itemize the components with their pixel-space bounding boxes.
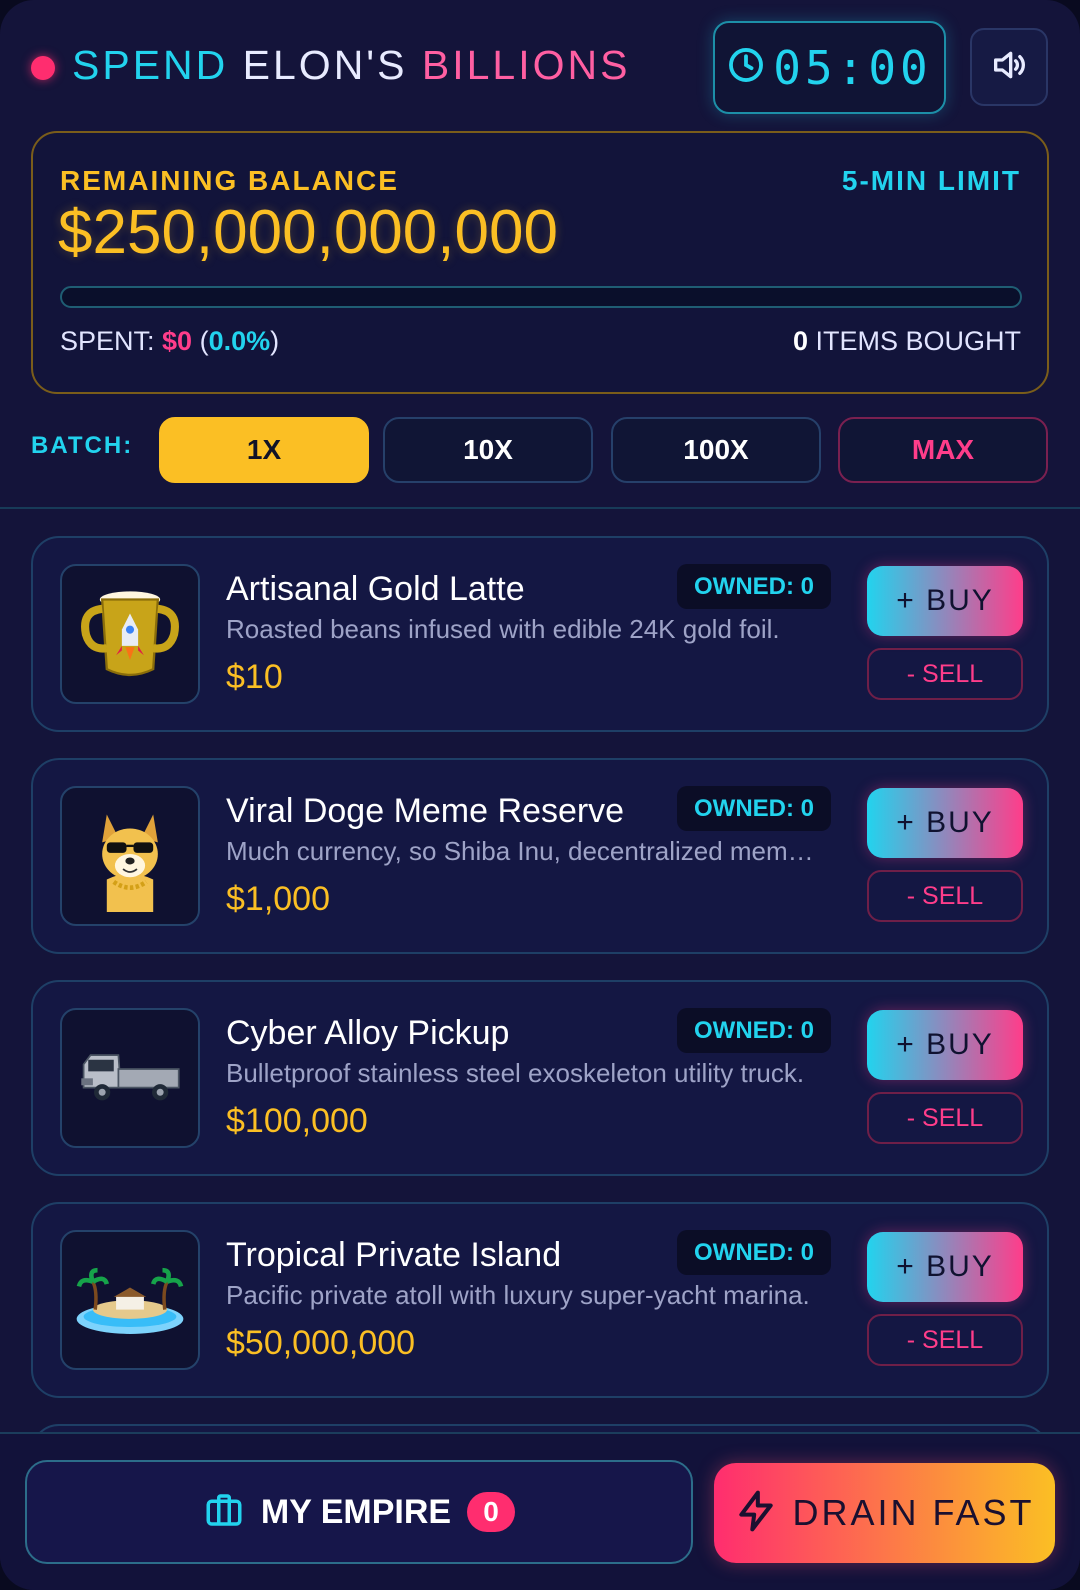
drain-fast-button[interactable]: DRAIN FAST xyxy=(714,1463,1055,1563)
product-card-partial xyxy=(31,1424,1049,1432)
clock-icon xyxy=(727,46,765,89)
product-description: Roasted beans infused with edible 24K go… xyxy=(226,614,780,644)
remaining-balance-label: REMAINING BALANCE xyxy=(60,165,399,196)
gold-mug-icon xyxy=(72,574,188,695)
product-name: Artisanal Gold Latte xyxy=(226,570,525,608)
owned-count-badge: OWNED: 0 xyxy=(677,564,831,609)
owned-count-badge: OWNED: 0 xyxy=(677,1008,831,1053)
title-part-billions: BILLIONS xyxy=(421,42,631,88)
buy-button[interactable]: + BUY xyxy=(867,1232,1023,1302)
product-card: Tropical Private Island Pacific private … xyxy=(31,1202,1049,1398)
pickup-truck-icon xyxy=(72,1018,188,1139)
product-description: Pacific private atoll with luxury super-… xyxy=(226,1280,810,1310)
product-description: Much currency, so Shiba Inu, decentraliz… xyxy=(226,836,826,866)
product-thumbnail xyxy=(60,1008,200,1148)
batch-10x-button[interactable]: 10X xyxy=(383,417,593,483)
owned-count-badge: OWNED: 0 xyxy=(677,786,831,831)
buy-button[interactable]: + BUY xyxy=(867,1010,1023,1080)
product-card: Viral Doge Meme Reserve Much currency, s… xyxy=(31,758,1049,954)
speaker-volume-icon xyxy=(989,45,1029,90)
empire-count-badge: 0 xyxy=(467,1492,516,1532)
title-part-spend: SPEND xyxy=(72,42,243,88)
product-card: Artisanal Gold Latte Roasted beans infus… xyxy=(31,536,1049,732)
batch-1x-button[interactable]: 1X xyxy=(159,417,369,483)
remaining-balance-amount: $250,000,000,000 xyxy=(58,198,558,267)
countdown-timer: 05:00 xyxy=(713,21,946,114)
product-name: Tropical Private Island xyxy=(226,1236,562,1274)
product-price: $1,000 xyxy=(226,880,330,918)
product-thumbnail xyxy=(60,564,200,704)
title-part-elons: ELON'S xyxy=(242,42,422,88)
bottom-action-bar: MY EMPIRE 0 DRAIN FAST xyxy=(0,1432,1080,1590)
product-description: Bulletproof stainless steel exoskeleton … xyxy=(226,1058,805,1088)
shiba-doge-icon xyxy=(72,796,188,917)
product-price: $50,000,000 xyxy=(226,1324,416,1362)
spent-percent: 0.0% xyxy=(208,326,271,356)
island-icon xyxy=(72,1240,188,1361)
balance-panel: REMAINING BALANCE 5-MIN LIMIT $250,000,0… xyxy=(31,131,1049,394)
sell-button[interactable]: - SELL xyxy=(867,1092,1023,1144)
product-name: Viral Doge Meme Reserve xyxy=(226,792,625,830)
drain-fast-label: DRAIN FAST xyxy=(792,1492,1035,1533)
items-bought-summary: 0 ITEMS BOUGHT xyxy=(793,326,1021,357)
spent-progress-bar xyxy=(60,286,1022,308)
sell-button[interactable]: - SELL xyxy=(867,1314,1023,1366)
batch-100x-button[interactable]: 100X xyxy=(611,417,821,483)
product-list[interactable]: Artisanal Gold Latte Roasted beans infus… xyxy=(0,509,1080,1432)
product-name: Cyber Alloy Pickup xyxy=(226,1014,510,1052)
spent-summary: SPENT: $0 (0.0%) xyxy=(60,326,280,356)
buy-button[interactable]: + BUY xyxy=(867,566,1023,636)
sound-toggle-button[interactable] xyxy=(970,28,1048,106)
spent-amount: $0 xyxy=(162,326,193,356)
batch-max-button[interactable]: MAX xyxy=(838,417,1048,483)
product-price: $100,000 xyxy=(226,1102,368,1140)
items-bought-count: 0 xyxy=(792,326,808,356)
my-empire-label: MY EMPIRE xyxy=(260,1492,452,1531)
spent-prefix: SPENT: xyxy=(60,326,163,356)
batch-label: BATCH: xyxy=(31,432,134,459)
app-title: SPEND ELON'S BILLIONS xyxy=(72,40,630,90)
timer-text: 05:00 xyxy=(773,40,932,95)
briefcase-icon xyxy=(203,1489,245,1536)
sell-button[interactable]: - SELL xyxy=(867,648,1023,700)
live-indicator-dot xyxy=(31,56,55,80)
app-root: SPEND ELON'S BILLIONS 05:00 REMAINING BA… xyxy=(0,0,1080,1590)
buy-button[interactable]: + BUY xyxy=(867,788,1023,858)
product-thumbnail xyxy=(60,786,200,926)
product-price: $10 xyxy=(226,658,283,696)
header: SPEND ELON'S BILLIONS 05:00 xyxy=(0,0,1080,130)
lightning-icon xyxy=(734,1489,778,1538)
my-empire-button[interactable]: MY EMPIRE 0 xyxy=(25,1460,693,1564)
product-thumbnail xyxy=(60,1230,200,1370)
sell-button[interactable]: - SELL xyxy=(867,870,1023,922)
product-card: Cyber Alloy Pickup Bulletproof stainless… xyxy=(31,980,1049,1176)
owned-count-badge: OWNED: 0 xyxy=(677,1230,831,1275)
time-limit-label: 5-MIN LIMIT xyxy=(841,165,1021,196)
items-bought-label: ITEMS BOUGHT xyxy=(807,326,1021,356)
